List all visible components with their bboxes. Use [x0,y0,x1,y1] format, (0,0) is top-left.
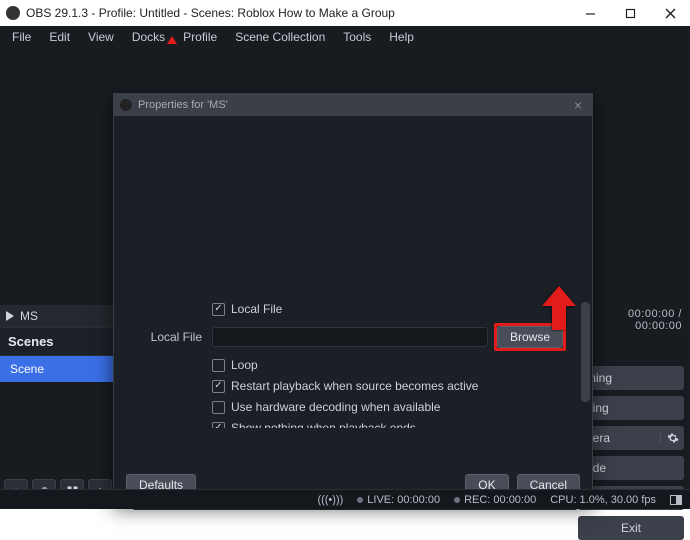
status-cpu: CPU: 1.0%, 30.00 fps [550,494,656,506]
window-title: OBS 29.1.3 - Profile: Untitled - Scenes:… [26,6,395,20]
shownothing-label: Show nothing when playback ends [231,421,416,428]
exit-button[interactable]: Exit [578,516,684,540]
timecode: 00:00:00 / 00:00:00 [578,294,684,336]
timecode-cur: 00:00:00 [628,308,675,320]
properties-dialog: Properties for 'MS' × Local File Local F… [113,93,593,505]
shownothing-checkbox[interactable] [212,422,225,429]
loop-label: Loop [231,358,258,372]
play-icon [6,311,14,321]
dialog-close-button[interactable]: × [570,97,586,113]
menu-view[interactable]: View [80,28,122,46]
dock-icon[interactable] [670,495,682,505]
dialog-title: Properties for 'MS' [138,99,228,111]
timecode-total: 00:00:00 [635,320,682,332]
close-button[interactable] [650,0,690,26]
main-area: MS Scenes Scene 00:00:00 / 00:00:00 ming… [0,48,690,509]
restart-label: Restart playback when source becomes act… [231,379,478,393]
app-window: OBS 29.1.3 - Profile: Untitled - Scenes:… [0,0,690,509]
status-bar: (((•))) LIVE: 00:00:00 REC: 00:00:00 CPU… [0,489,690,509]
restart-checkbox[interactable] [212,380,225,393]
minimize-button[interactable] [570,0,610,26]
app-icon [6,6,20,20]
scenes-header: Scenes [0,327,116,356]
dialog-icon [120,99,132,111]
hwdecode-checkbox[interactable] [212,401,225,414]
menu-bar: File Edit View Docks Profile Scene Colle… [0,26,690,48]
left-panel: MS Scenes Scene [0,305,116,477]
loop-checkbox[interactable] [212,359,225,372]
local-file-chk-label: Local File [231,302,282,316]
status-live: LIVE: 00:00:00 [367,494,440,506]
menu-docks[interactable]: Docks [124,28,173,46]
maximize-button[interactable] [610,0,650,26]
menu-tools[interactable]: Tools [335,28,379,46]
dialog-titlebar: Properties for 'MS' × [114,94,592,116]
form-area: Local File Local File Browse [114,302,578,428]
gear-icon[interactable] [660,432,684,444]
status-rec: REC: 00:00:00 [464,494,536,506]
scene-item[interactable]: Scene [0,356,116,382]
hwdecode-label: Use hardware decoding when available [231,400,440,414]
recording-button[interactable]: ding [578,396,684,420]
streaming-button[interactable]: ming [578,366,684,390]
preview-source-label: MS [20,309,38,323]
menu-profile[interactable]: Profile [175,28,225,46]
local-file-checkbox[interactable] [212,303,225,316]
menu-file[interactable]: File [4,28,39,46]
studio-mode-button[interactable]: ode [578,456,684,480]
browse-button[interactable]: Browse [497,326,563,348]
preview-source-row[interactable]: MS [0,305,116,327]
title-bar: OBS 29.1.3 - Profile: Untitled - Scenes:… [0,0,690,26]
dialog-body: Local File Local File Browse [114,116,592,466]
menu-scene-collection[interactable]: Scene Collection [227,28,333,46]
menu-help[interactable]: Help [381,28,422,46]
network-icon: (((•))) [317,494,343,506]
scrollbar-thumb[interactable] [581,302,590,402]
menu-edit[interactable]: Edit [41,28,78,46]
virtual-camera-button[interactable]: nera [578,426,684,450]
local-file-input[interactable] [212,327,488,347]
local-file-label: Local File [126,330,212,344]
